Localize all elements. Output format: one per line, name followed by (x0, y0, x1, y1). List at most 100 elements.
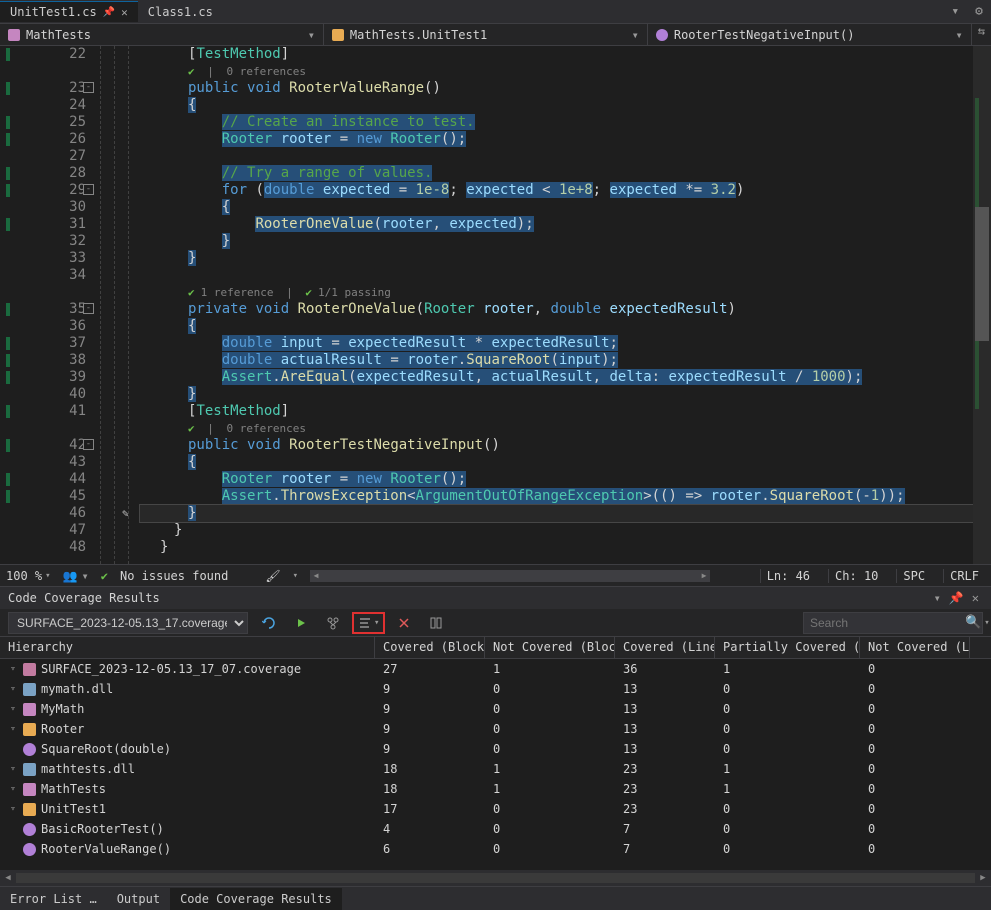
line-ending[interactable]: CRLF (943, 569, 985, 583)
code-line[interactable]: { (140, 318, 991, 335)
code-line[interactable]: } (140, 233, 991, 250)
coverage-row[interactable]: RooterValueRange()60700 (0, 839, 991, 859)
code-line[interactable]: double input = expectedResult * expected… (140, 335, 991, 352)
code-line[interactable]: for (double expected = 1e-8; expected < … (140, 182, 991, 199)
code-line[interactable]: private void RooterOneValue(Rooter roote… (140, 301, 991, 318)
code-line[interactable]: ✔ | 0 references (140, 420, 991, 437)
code-line[interactable]: ✔ | 0 references (140, 63, 991, 80)
swap-icon[interactable]: ⇆ (972, 24, 991, 45)
code-line[interactable]: ✎} (140, 505, 991, 522)
code-line[interactable]: RooterOneValue(rooter, expected); (140, 216, 991, 233)
search-box[interactable]: 🔍 ▾ (803, 612, 983, 634)
horizontal-scrollbar[interactable]: ◀ ▶ (310, 570, 710, 582)
scroll-thumb[interactable] (975, 207, 989, 342)
scroll-right-icon[interactable]: ▶ (698, 570, 710, 582)
col-notcovered-blocks[interactable]: Not Covered (Blocks) (485, 637, 615, 658)
col-covered-blocks[interactable]: Covered (Blocks) (375, 637, 485, 658)
col-hierarchy[interactable]: Hierarchy (0, 637, 375, 658)
tab-coverage[interactable]: Code Coverage Results (170, 888, 342, 910)
code-line[interactable]: // Try a range of values. (140, 165, 991, 182)
expand-toggle[interactable]: ▿ (8, 804, 18, 814)
tab-output[interactable]: Output (107, 888, 170, 910)
chevron-down-icon[interactable]: ▾ (984, 618, 989, 628)
column-indicator[interactable]: Ch: 10 (828, 569, 884, 583)
pin-icon[interactable]: 📌 (103, 7, 115, 18)
search-input[interactable] (810, 616, 965, 630)
close-icon[interactable]: ✕ (968, 591, 983, 605)
dropdown-icon[interactable]: ▾ (930, 591, 945, 605)
coverage-row[interactable]: ▿SURFACE_2023-12-05.13_17_07.coverage271… (0, 659, 991, 679)
feedback-dropdown-icon[interactable]: ▾ (82, 569, 89, 583)
code-line[interactable]: { (140, 97, 991, 114)
breadcrumb-namespace[interactable]: MathTests ▾ (0, 24, 324, 45)
coverage-row[interactable]: BasicRooterTest()40700 (0, 819, 991, 839)
health-status[interactable]: No issues found (120, 569, 228, 583)
remove-button[interactable] (393, 614, 415, 632)
code-line[interactable]: Rooter rooter = new Rooter(); (140, 471, 991, 488)
code-line[interactable]: Assert.AreEqual(expectedResult, actualRe… (140, 369, 991, 386)
brush-icon[interactable]: 🖌 (265, 569, 280, 583)
expand-toggle[interactable]: ▿ (8, 764, 18, 774)
scroll-left-icon[interactable]: ◀ (310, 570, 322, 582)
gear-icon[interactable]: ⚙ (967, 4, 991, 19)
code-editor[interactable]: 2223-242526272829-303132333435-363738394… (0, 46, 991, 564)
code-line[interactable]: { (140, 199, 991, 216)
search-icon[interactable]: 🔍 (965, 615, 981, 630)
expand-toggle[interactable]: ▿ (8, 664, 18, 674)
fold-toggle[interactable]: - (83, 184, 94, 195)
code-line[interactable]: ✔ 1 reference | ✔ 1/1 passing (140, 284, 991, 301)
import-button[interactable] (258, 614, 280, 632)
code-line[interactable]: } (140, 522, 991, 539)
tab-unittest1[interactable]: UnitTest1.cs 📌 ✕ (0, 1, 138, 22)
coverage-row[interactable]: ▿mathtests.dll1812310 (0, 759, 991, 779)
col-notcovered-lines[interactable]: Not Covered (Lines) (860, 637, 970, 658)
code-line[interactable]: // Create an instance to test. (140, 114, 991, 131)
line-indicator[interactable]: Ln: 46 (760, 569, 816, 583)
breadcrumb-method[interactable]: RooterTestNegativeInput() ▾ (648, 24, 972, 45)
coverage-row[interactable]: ▿MathTests1812310 (0, 779, 991, 799)
coverage-row[interactable]: ▿UnitTest11702300 (0, 799, 991, 819)
code-line[interactable] (140, 148, 991, 165)
vertical-scrollbar[interactable] (973, 46, 991, 564)
merge-button[interactable] (322, 614, 344, 632)
code-line[interactable]: } (140, 250, 991, 267)
scroll-right-icon[interactable]: ▶ (975, 870, 991, 886)
pencil-icon[interactable]: ✎ (122, 505, 129, 522)
expand-toggle[interactable]: ▿ (8, 724, 18, 734)
tab-class1[interactable]: Class1.cs (138, 2, 223, 22)
code-line[interactable]: Assert.ThrowsException<ArgumentOutOfRang… (140, 488, 991, 505)
breadcrumb-class[interactable]: MathTests.UnitTest1 ▾ (324, 24, 648, 45)
show-coloring-button[interactable]: ▾ (354, 614, 383, 632)
code-line[interactable] (140, 267, 991, 284)
expand-toggle[interactable]: ▿ (8, 684, 18, 694)
coverage-row[interactable]: ▿MyMath901300 (0, 699, 991, 719)
chevron-down-icon[interactable]: ▾ (293, 571, 298, 581)
tab-overflow-icon[interactable]: ▾ (943, 4, 967, 19)
coverage-row[interactable]: SquareRoot(double)901300 (0, 739, 991, 759)
col-covered-lines[interactable]: Covered (Lines) (615, 637, 715, 658)
zoom-dropdown[interactable]: 100 % ▾ (6, 569, 51, 583)
code-line[interactable]: public void RooterTestNegativeInput() (140, 437, 991, 454)
code-line[interactable]: } (140, 539, 991, 556)
expand-toggle[interactable]: ▿ (8, 704, 18, 714)
columns-button[interactable] (425, 614, 447, 632)
expand-toggle[interactable]: ▿ (8, 784, 18, 794)
close-icon[interactable]: ✕ (121, 6, 128, 19)
code-line[interactable]: { (140, 454, 991, 471)
code-line[interactable]: } (140, 386, 991, 403)
indent-mode[interactable]: SPC (896, 569, 931, 583)
panel-horizontal-scrollbar[interactable]: ◀ ▶ (0, 870, 991, 886)
tab-errorlist[interactable]: Error List … (0, 888, 107, 910)
coverage-row[interactable]: ▿Rooter901300 (0, 719, 991, 739)
fold-toggle[interactable]: - (83, 439, 94, 450)
feedback-icon[interactable]: 👥 (63, 569, 78, 583)
code-area[interactable]: [TestMethod]✔ | 0 referencespublic void … (140, 46, 991, 564)
fold-toggle[interactable]: - (83, 82, 94, 93)
scroll-track[interactable] (16, 873, 975, 883)
coverage-row[interactable]: ▿mymath.dll901300 (0, 679, 991, 699)
pin-icon[interactable]: 📌 (945, 591, 968, 605)
col-partial-lines[interactable]: Partially Covered (Lines) (715, 637, 860, 658)
fold-toggle[interactable]: - (83, 303, 94, 314)
code-line[interactable]: public void RooterValueRange() (140, 80, 991, 97)
export-button[interactable] (290, 614, 312, 632)
